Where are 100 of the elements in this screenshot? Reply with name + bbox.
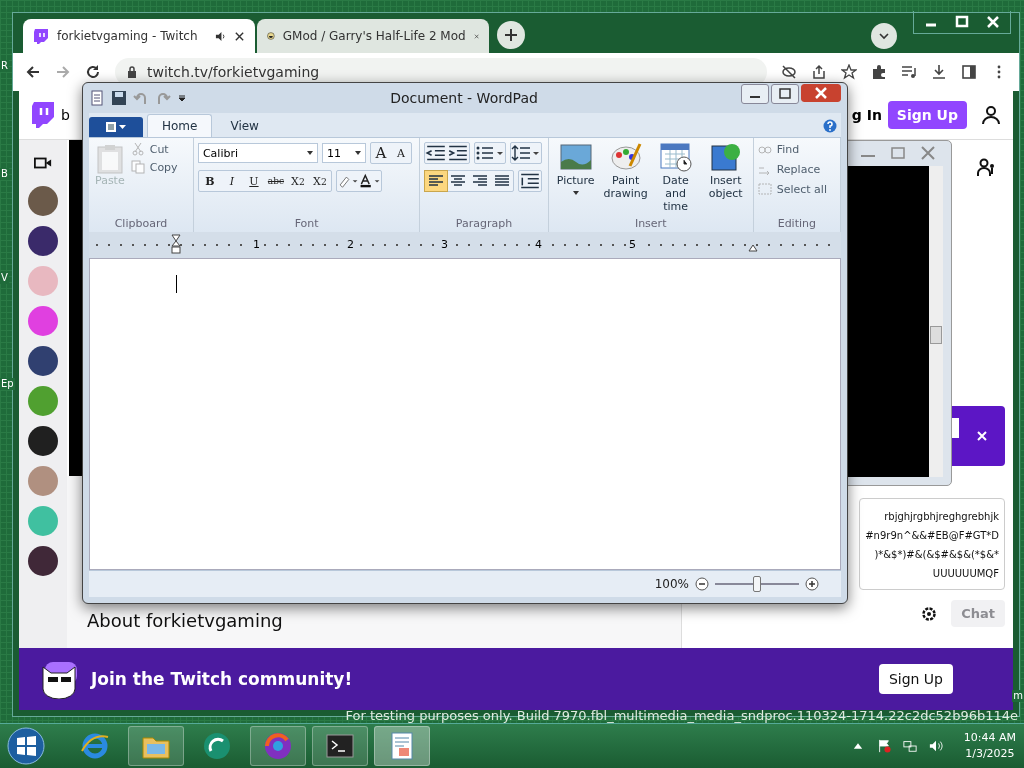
chat-input-text: #n9r9n^&&#EB@F#GT*D [865,529,999,543]
new-tab-button[interactable] [497,21,525,49]
flag-icon[interactable] [876,739,891,753]
avatar-placeholder[interactable] [28,346,58,376]
sign-up-button[interactable]: Sign Up [887,101,967,129]
twitch-logo-icon[interactable] [31,101,55,129]
avatar-placeholder[interactable] [28,426,58,456]
font-style-button[interactable]: I [220,171,243,191]
ruler[interactable]: 1 2 3 4 5 [89,232,841,258]
insert-button[interactable]: Picture [552,142,599,217]
ribbon-tab[interactable]: Home [147,114,213,137]
document-menu-icon [104,121,128,133]
calendar-clock-icon [659,142,692,172]
network-icon[interactable] [902,739,917,753]
star-icon[interactable] [841,64,857,80]
align-center-icon [450,174,467,188]
about-heading: About forkietvgaming [87,610,284,631]
tab-title: GMod / Garry's Half-Life 2 Mod [282,29,466,43]
ruler-number: 4 [533,239,544,251]
align-right-icon [472,174,489,188]
reload-icon[interactable] [85,64,101,80]
copy-icon [130,160,145,174]
align-button[interactable] [425,171,448,191]
font-size-dropdown[interactable]: 11 [321,143,366,163]
download-icon[interactable] [931,64,947,80]
scissors-icon [130,142,145,156]
palette-icon [609,142,642,172]
desktop-icon-label: m [1012,690,1024,702]
right-indent-marker-icon[interactable] [748,244,758,252]
zoom-out-icon[interactable] [695,577,709,591]
insert-button[interactable]: Date and time [652,142,699,217]
font-style-button[interactable]: B [198,171,221,191]
caret-icon [878,30,890,42]
font-style-button[interactable]: abc [264,171,287,191]
taskbar-button[interactable] [128,726,184,766]
grow-font-button[interactable]: A [370,143,391,163]
save-icon[interactable] [111,90,127,106]
taskbar-button[interactable] [312,726,368,766]
side-panel-icon[interactable] [961,64,977,80]
ruler-number: 3 [439,239,450,251]
decrease-indent-icon[interactable] [425,143,448,163]
speaker-icon[interactable] [215,30,226,42]
browser-e-icon [80,731,110,761]
landscape-picture-icon [559,142,592,172]
start-button[interactable] [6,726,46,766]
help-icon[interactable] [823,119,837,133]
close-icon[interactable] [234,30,245,42]
desktop-icon-label: R [0,60,9,72]
group-label: Font [293,217,320,230]
browser-tab[interactable]: forkietvgaming - Twitch [23,19,255,53]
font-family-dropdown[interactable]: Calibri [197,143,318,163]
chat-input-field[interactable]: rbjghjrgbhjreghgrebhjk #n9r9n^&&#EB@F#GT*D )*&$*)#&(&$#&$&(*$&* UUUUUUMQF [859,498,1005,590]
chat-input-text: rbjghjrgbhjreghgrebhjk [883,510,999,524]
zoom-in-icon[interactable] [805,577,819,591]
puzzle-icon[interactable] [871,64,887,80]
increase-indent-icon[interactable] [447,143,470,163]
minimize-icon[interactable] [741,84,769,104]
share-icon[interactable] [811,64,827,80]
volume-icon[interactable] [928,739,943,753]
desktop-icon-label: V [0,272,9,284]
back-arrow-icon[interactable] [25,64,41,80]
log-in-button[interactable]: g In [851,107,882,123]
circle-app-icon [202,731,232,761]
select-all-icon [757,182,772,196]
desktop-icon-label: Ep [0,378,15,390]
ribbon-tab[interactable]: View [216,115,273,137]
font-style-button[interactable]: U [242,171,265,191]
avatar-placeholder[interactable] [28,546,58,576]
tab-search-button[interactable] [871,23,897,49]
clock-date[interactable]: 1/3/2025 [965,746,1015,762]
group-label: Editing [776,217,817,230]
taskbar-button[interactable] [374,726,430,766]
paragraph-icon[interactable] [519,171,542,191]
indent-marker-icon[interactable] [171,234,181,254]
insert-button[interactable]: Insert object [702,142,749,217]
ruler-number: 1 [251,239,262,251]
users-icon[interactable] [977,158,997,178]
sign-up-button[interactable]: Sign Up [878,664,953,694]
scrollbar[interactable] [929,166,943,477]
line-spacing-icon[interactable] [511,143,542,163]
terminal-icon [325,731,355,761]
browser-tab[interactable]: GMod / Garry's Half-Life 2 Mod [257,19,489,53]
caret-icon[interactable] [177,93,187,103]
document-icon[interactable] [89,90,105,106]
app-menu-button[interactable] [89,117,143,137]
insert-button[interactable]: Paint drawing [602,142,649,217]
banner-text: Join the Twitch community! [91,669,353,689]
nav-link[interactable]: b [61,107,70,123]
swirl-browser-icon [263,731,293,761]
zoom-slider-thumb[interactable] [753,576,761,592]
video-camera-icon[interactable] [34,156,52,170]
media-list-icon[interactable] [901,64,917,80]
maximize-icon[interactable] [771,84,799,104]
chat-input-text: )*&$*)#&(&$#&$&(*$&* [873,548,999,562]
clipboard-icon [96,144,123,174]
eye-slash-icon[interactable] [781,64,797,80]
shrink-font-button[interactable]: A [390,143,411,163]
avatar-placeholder[interactable] [28,226,58,256]
clock-time[interactable]: 10:44 AM [963,730,1016,746]
user-icon[interactable] [981,105,1001,125]
